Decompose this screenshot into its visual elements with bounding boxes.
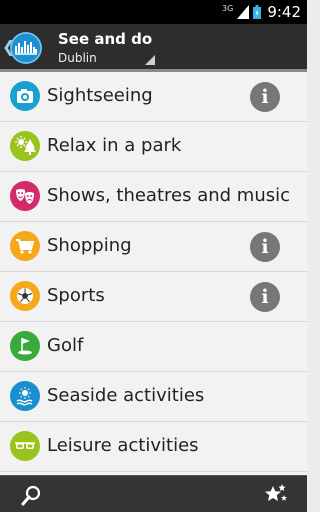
list-item-label: Leisure activities xyxy=(47,435,199,456)
list-item[interactable]: Sports i xyxy=(0,272,307,322)
info-icon[interactable]: i xyxy=(250,82,280,112)
list-item[interactable]: Sightseeing i xyxy=(0,72,307,122)
list-item[interactable]: Shopping i xyxy=(0,222,307,272)
shopping-cart-icon xyxy=(10,231,40,261)
list-item[interactable]: Relax in a park xyxy=(0,122,307,172)
network-type: 3G xyxy=(222,3,234,13)
soccer-ball-icon xyxy=(10,281,40,311)
list-item-label: Sightseeing xyxy=(47,85,153,106)
tree-sun-icon xyxy=(10,131,40,161)
app-logo-icon[interactable] xyxy=(10,32,42,64)
info-icon[interactable]: i xyxy=(250,282,280,312)
list-item[interactable]: Leisure activities xyxy=(0,422,307,472)
list-item-label: Seaside activities xyxy=(47,385,205,406)
bottom-bar xyxy=(0,475,307,512)
list-item-label: Shows, theatres and music xyxy=(47,185,290,206)
signal-icon xyxy=(237,5,250,19)
page-title[interactable]: See and do xyxy=(58,30,152,48)
seaside-icon xyxy=(10,381,40,411)
theatre-masks-icon xyxy=(10,181,40,211)
search-icon[interactable] xyxy=(20,483,44,507)
dropdown-arrow-icon[interactable] xyxy=(145,55,155,65)
star-favorites-icon[interactable] xyxy=(263,482,289,506)
info-icon[interactable]: i xyxy=(250,232,280,262)
golf-flag-icon xyxy=(10,331,40,361)
list-item-label: Shopping xyxy=(47,235,132,256)
status-bar: 3G 9:42 xyxy=(0,0,307,24)
sunglasses-icon xyxy=(10,431,40,461)
list-item[interactable]: Golf xyxy=(0,322,307,372)
city-selector[interactable]: Dublin xyxy=(58,51,97,65)
action-bar: ❮ See and do Dublin xyxy=(0,24,307,72)
list-item[interactable]: Shows, theatres and music xyxy=(0,172,307,222)
list-item-label: Relax in a park xyxy=(47,135,182,156)
list-item[interactable]: Seaside activities xyxy=(0,372,307,422)
category-list: Sightseeing i Relax in a park Shows, the… xyxy=(0,72,307,475)
camera-icon xyxy=(10,81,40,111)
battery-icon xyxy=(253,5,262,19)
list-item-label: Golf xyxy=(47,335,84,356)
list-item-label: Sports xyxy=(47,285,105,306)
clock: 9:42 xyxy=(267,3,301,21)
